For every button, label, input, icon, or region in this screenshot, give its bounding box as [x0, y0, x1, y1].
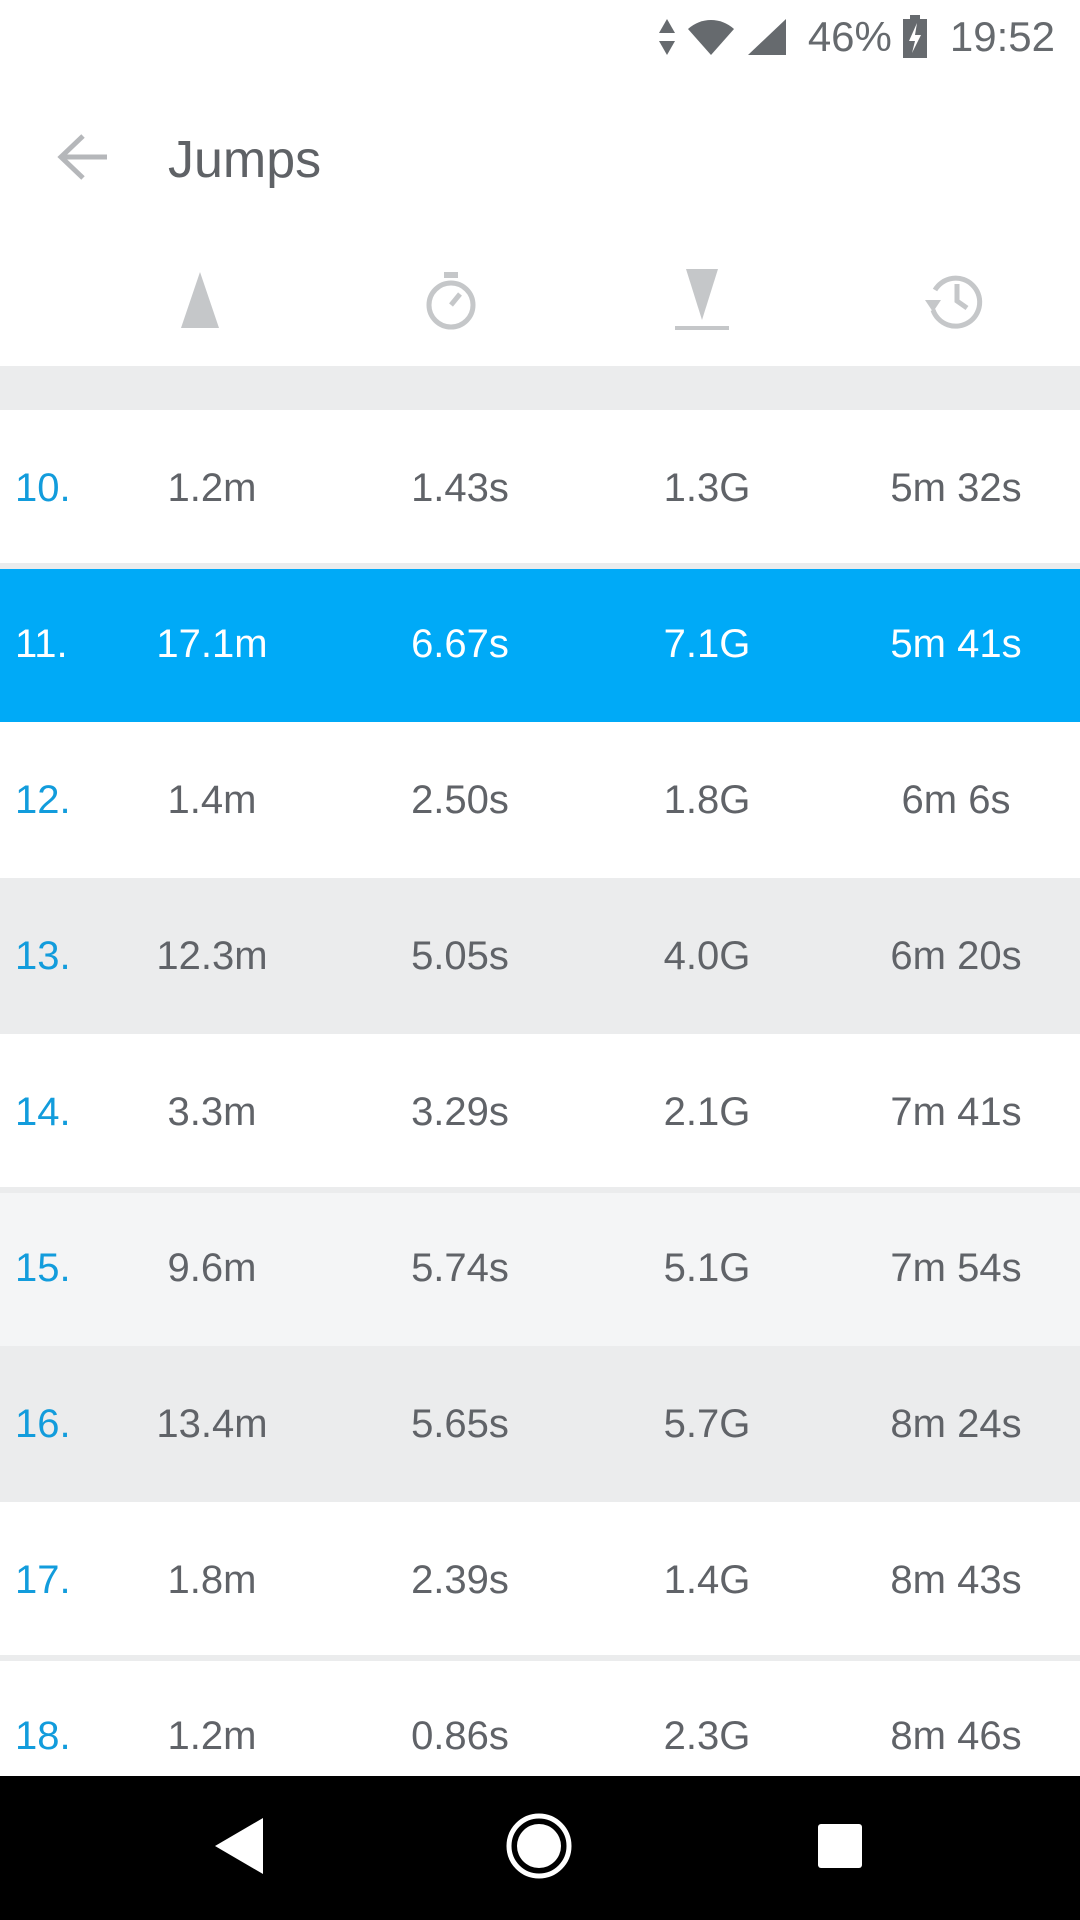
- jump-list: 10. 1.2m 1.43s 1.3G 5m 32s 11. 17.1m 6.6…: [0, 410, 1080, 1814]
- jump-number: 17.: [15, 1558, 71, 1602]
- row-divider: [0, 1187, 1080, 1193]
- table-row[interactable]: 17. 1.8m 2.39s 1.4G 8m 43s: [0, 1502, 1080, 1661]
- nav-home-button[interactable]: [503, 1812, 575, 1884]
- table-row[interactable]: 16. 13.4m 5.65s 5.7G 8m 24s: [0, 1346, 1080, 1502]
- nav-back-button[interactable]: [203, 1812, 275, 1884]
- jump-time: 8m 24s: [890, 1402, 1022, 1446]
- jump-impact: 2.1G: [663, 1090, 751, 1134]
- jump-time: 5m 41s: [890, 622, 1022, 666]
- jump-impact: 1.4G: [663, 1558, 751, 1602]
- nav-recents-icon: [815, 1821, 865, 1876]
- stopwatch-icon: [401, 260, 501, 340]
- jump-height: 3.3m: [167, 1090, 257, 1134]
- jump-airtime: 1.43s: [411, 466, 509, 510]
- nav-home-icon: [504, 1811, 574, 1886]
- jump-impact: 4.0G: [663, 934, 751, 978]
- status-icons: 46% 19:52: [658, 0, 1055, 74]
- nav-back-icon: [211, 1816, 267, 1881]
- app-bar: Jumps: [0, 74, 1080, 240]
- back-button[interactable]: [48, 124, 118, 194]
- nav-recents-button[interactable]: [804, 1812, 876, 1884]
- jump-number: 12.: [15, 778, 71, 822]
- jump-impact: 1.8G: [663, 778, 751, 822]
- jump-height: 9.6m: [167, 1246, 257, 1290]
- jump-time: 7m 54s: [890, 1246, 1022, 1290]
- height-triangle-icon: [150, 260, 250, 340]
- jump-height: 12.3m: [156, 934, 268, 978]
- jump-number: 14.: [15, 1090, 71, 1134]
- status-time: 19:52: [949, 13, 1055, 60]
- jump-airtime: 2.50s: [411, 778, 509, 822]
- jump-number: 15.: [15, 1246, 71, 1290]
- jump-height: 17.1m: [156, 622, 268, 666]
- arrow-back-icon: [57, 133, 109, 186]
- status-bar: 46% 19:52: [0, 0, 1080, 74]
- jump-time: 6m 6s: [901, 778, 1011, 822]
- jump-height: 1.2m: [167, 466, 257, 510]
- signal-icon: [746, 17, 788, 57]
- jump-airtime: 3.29s: [411, 1090, 509, 1134]
- jump-airtime: 6.67s: [411, 622, 509, 666]
- jump-airtime: 5.65s: [411, 1402, 509, 1446]
- clock-history-icon: [903, 260, 1003, 340]
- jump-time: 7m 41s: [890, 1090, 1022, 1134]
- jump-impact: 7.1G: [663, 622, 751, 666]
- jump-number: 11.: [15, 622, 68, 666]
- battery-percent: 46%: [807, 13, 892, 60]
- jump-airtime: 2.39s: [411, 1558, 509, 1602]
- jump-number: 13.: [15, 934, 71, 978]
- jump-airtime: 5.05s: [411, 934, 509, 978]
- jump-time: 8m 43s: [890, 1558, 1022, 1602]
- battery-charging-icon: [902, 15, 928, 59]
- page-title: Jumps: [168, 131, 322, 189]
- system-nav-bar: [0, 1776, 1080, 1920]
- landing-impact-icon: [652, 260, 752, 340]
- jump-number: 10.: [15, 466, 71, 510]
- jump-height: 13.4m: [156, 1402, 268, 1446]
- table-row-selected[interactable]: 11. 17.1m 6.67s 7.1G 5m 41s: [0, 566, 1080, 722]
- jump-impact: 1.3G: [663, 466, 751, 510]
- table-row[interactable]: 12. 1.4m 2.50s 1.8G 6m 6s: [0, 722, 1080, 878]
- table-row[interactable]: 13. 12.3m 5.05s 4.0G 6m 20s: [0, 878, 1080, 1034]
- row-divider: [0, 1655, 1080, 1661]
- wifi-icon: [686, 17, 736, 57]
- jump-number: 16.: [15, 1402, 71, 1446]
- jump-impact: 5.1G: [663, 1246, 751, 1290]
- table-row[interactable]: 15. 9.6m 5.74s 5.1G 7m 54s: [0, 1190, 1080, 1346]
- row-divider: [0, 563, 1080, 569]
- jump-height: 1.8m: [167, 1558, 257, 1602]
- table-row[interactable]: 10. 1.2m 1.43s 1.3G 5m 32s: [0, 410, 1080, 569]
- data-arrows-icon: [658, 17, 676, 57]
- jump-height: 1.4m: [167, 778, 257, 822]
- table-row[interactable]: 14. 3.3m 3.29s 2.1G 7m 41s: [0, 1034, 1080, 1193]
- header-divider-band: [0, 366, 1080, 410]
- column-header-row: [0, 240, 1080, 366]
- jump-impact: 5.7G: [663, 1402, 751, 1446]
- jump-time: 5m 32s: [890, 466, 1022, 510]
- jump-time: 6m 20s: [890, 934, 1022, 978]
- jump-airtime: 5.74s: [411, 1246, 509, 1290]
